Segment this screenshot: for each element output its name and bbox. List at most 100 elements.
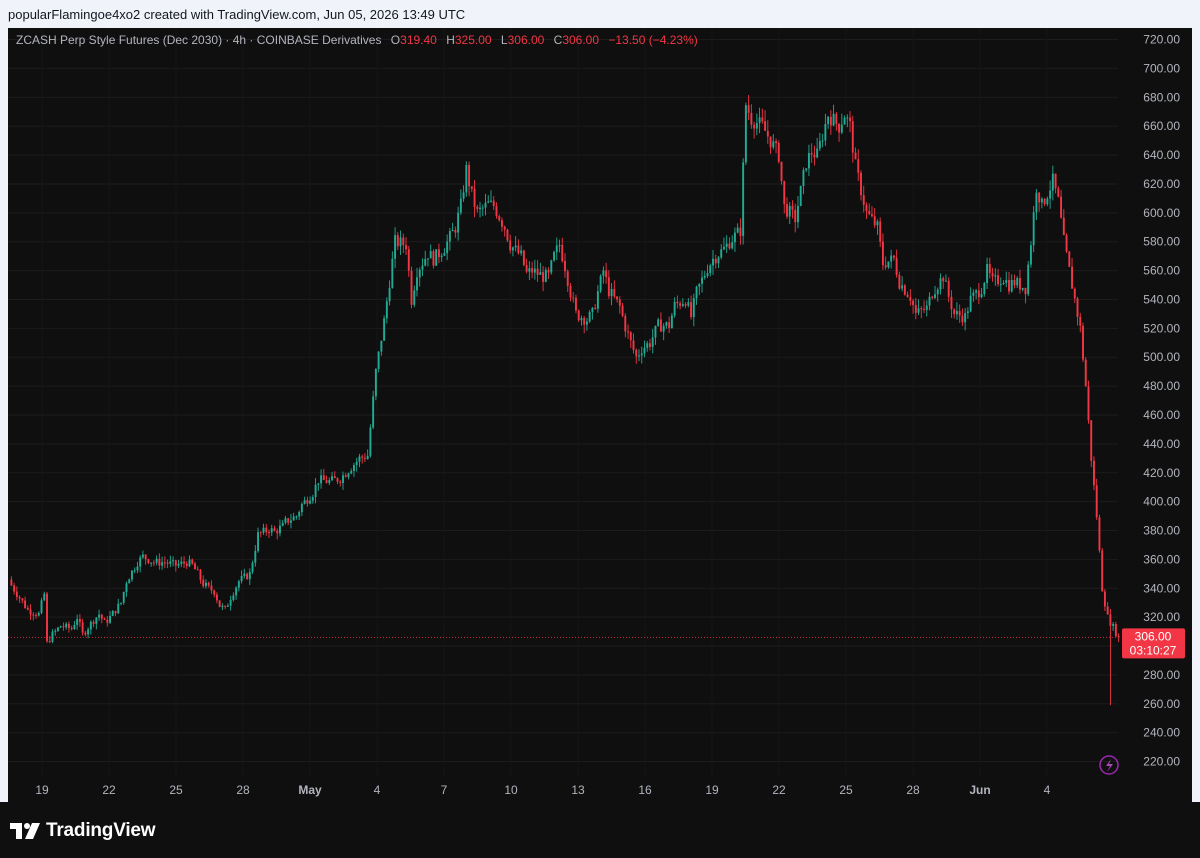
candle-body <box>1109 614 1112 626</box>
candle-body <box>243 573 246 577</box>
candle-body <box>29 609 32 615</box>
candle-body <box>344 475 347 477</box>
candle <box>232 592 235 602</box>
candle-body <box>100 614 103 619</box>
candle <box>331 471 333 482</box>
candle <box>750 104 753 129</box>
tradingview-brand[interactable]: TradingView <box>10 820 156 842</box>
candle-body <box>1002 283 1005 285</box>
candle <box>698 283 701 296</box>
candle-body <box>51 631 54 642</box>
candle <box>451 222 454 232</box>
candle <box>147 558 150 565</box>
candle <box>1073 287 1076 304</box>
candle <box>657 317 660 327</box>
candle <box>262 523 265 535</box>
candle-body <box>640 353 643 356</box>
candle <box>413 285 416 308</box>
y-tick-label: 700.00 <box>1143 61 1180 75</box>
candle-body <box>487 201 490 203</box>
candle <box>279 519 281 537</box>
candle <box>947 277 950 303</box>
candle-body <box>750 112 753 125</box>
candle <box>303 496 306 505</box>
candle-body <box>1027 264 1030 295</box>
candle <box>309 496 312 505</box>
candle-body <box>210 585 213 591</box>
candle <box>350 468 353 475</box>
candle-body <box>969 295 972 312</box>
candle-body <box>849 117 851 122</box>
candle <box>980 288 983 299</box>
chart-panel[interactable]: 220.00240.00260.00280.00300.00320.00340.… <box>8 28 1192 802</box>
candle-body <box>761 117 764 122</box>
candle <box>372 390 375 430</box>
candle <box>862 185 865 213</box>
candle-body <box>1095 485 1098 518</box>
symbol-title[interactable]: ZCASH Perp Style Futures (Dec 2030) · 4h… <box>16 33 381 47</box>
candle-body <box>1114 624 1117 637</box>
candle-body <box>835 113 838 124</box>
candle <box>141 550 144 559</box>
candle <box>860 170 862 201</box>
candle-body <box>1035 192 1038 213</box>
candle-body <box>117 603 120 614</box>
candle <box>492 196 495 211</box>
candle <box>884 256 887 270</box>
candle <box>854 147 857 160</box>
candle <box>668 316 671 334</box>
candle-body <box>934 294 936 298</box>
candle <box>876 219 879 235</box>
y-tick-label: 660.00 <box>1143 119 1180 133</box>
candle <box>816 137 819 159</box>
candle-body <box>331 476 333 481</box>
candle <box>202 575 205 588</box>
candle-body <box>87 629 90 635</box>
candle-body <box>728 243 731 249</box>
candle <box>577 309 580 322</box>
candle <box>695 285 698 305</box>
candle-body <box>585 321 588 325</box>
candle-body <box>402 237 405 246</box>
candle <box>501 217 503 232</box>
candle-body <box>799 185 802 206</box>
candle <box>583 316 586 334</box>
chart-caption: popularFlamingoe4xo2 created with Tradin… <box>8 7 466 22</box>
candle-body <box>553 252 555 261</box>
candle-body <box>821 140 824 142</box>
candle <box>215 592 218 604</box>
candle <box>544 267 547 283</box>
candle <box>298 510 301 520</box>
candle <box>59 625 62 628</box>
candle <box>339 479 342 487</box>
candle-body <box>717 257 720 264</box>
candle-body <box>703 275 706 278</box>
candle-body <box>89 621 92 630</box>
candle <box>1043 198 1046 207</box>
candle-body <box>923 309 925 311</box>
candle-body <box>240 576 243 582</box>
candle-body <box>432 251 435 266</box>
candle <box>347 472 350 480</box>
candle-body <box>1071 266 1073 289</box>
candle-body <box>43 593 46 601</box>
candle <box>887 261 890 269</box>
candle-body <box>783 180 786 205</box>
candle <box>934 285 936 300</box>
candle-body <box>265 527 268 533</box>
y-tick-label: 560.00 <box>1143 264 1180 278</box>
candle-body <box>451 229 454 232</box>
candle <box>353 462 355 477</box>
candle-body <box>528 268 531 272</box>
candle <box>37 611 40 617</box>
candle <box>786 197 788 219</box>
candle <box>651 328 654 354</box>
candle-body <box>829 116 832 126</box>
candle-body <box>684 304 687 306</box>
candle-body <box>443 253 446 256</box>
candle-body <box>997 275 999 285</box>
candle <box>928 292 931 311</box>
candle-body <box>635 349 638 357</box>
candle <box>166 559 169 569</box>
candlestick-chart[interactable]: 220.00240.00260.00280.00300.00320.00340.… <box>8 28 1192 802</box>
